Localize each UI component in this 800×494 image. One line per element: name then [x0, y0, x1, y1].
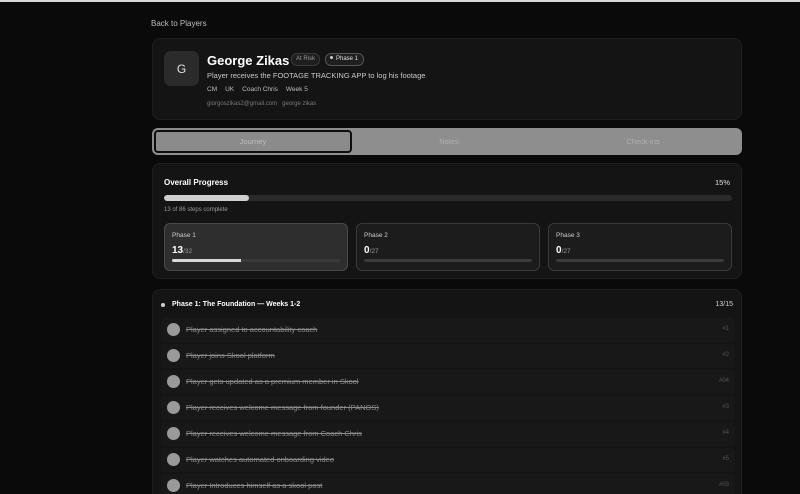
progress-title: Overall Progress — [164, 178, 229, 187]
list-item[interactable]: Player joins Skool platform #2 — [161, 344, 735, 368]
list-item[interactable]: Player receives welcome message from Coa… — [161, 422, 735, 446]
step-label: Player gets updated as a premium member … — [186, 377, 359, 386]
overall-progress-card: Overall Progress 15% 13 of 86 steps comp… — [152, 163, 742, 279]
phase-label: Phase 3 — [556, 232, 580, 239]
overall-progress-bar — [164, 195, 732, 201]
phase-label: Phase 2 — [364, 232, 388, 239]
checkbox-icon[interactable] — [167, 323, 180, 336]
checkbox-icon[interactable] — [167, 427, 180, 440]
step-label: Player joins Skool platform — [186, 351, 275, 360]
phase-count: 13/32 — [172, 245, 193, 256]
phase-count: 0/27 — [556, 245, 571, 256]
progress-percent: 15% — [714, 178, 730, 187]
checkbox-icon[interactable] — [167, 401, 180, 414]
phase-card-3[interactable]: Phase 3 0/27 — [548, 223, 732, 271]
list-item[interactable]: Player receives welcome message from fou… — [161, 396, 735, 420]
player-name: George Zikas — [207, 53, 290, 68]
player-current-step: Player receives the FOOTAGE TRACKING APP… — [207, 71, 426, 80]
tag-country: UK — [225, 86, 235, 93]
back-to-players-link[interactable]: Back to Players — [151, 19, 207, 28]
window-top-border — [0, 0, 800, 2]
player-contact: giorgoszikas2@gmail.com george zikas — [207, 101, 316, 107]
checkbox-icon[interactable] — [167, 375, 180, 388]
tag-coach: Coach Chris — [242, 86, 278, 93]
player-tags: CM UK Coach Chris Week 5 — [207, 86, 308, 93]
list-item[interactable]: Player assigned to accountability coach #… — [161, 318, 735, 342]
tab-journey[interactable]: Journey — [154, 130, 352, 153]
phase-count: 0/27 — [364, 245, 379, 256]
step-label: Player receives welcome message from Coa… — [186, 429, 362, 438]
step-number: #03 — [718, 482, 729, 488]
phase-card-2[interactable]: Phase 2 0/27 — [356, 223, 540, 271]
step-number: #2 — [722, 352, 729, 358]
step-label: Player assigned to accountability coach — [186, 325, 318, 334]
tag-position: CM — [207, 86, 218, 93]
list-item[interactable]: Player Introduces himself as a skool pos… — [161, 474, 735, 494]
phase-cards: Phase 1 13/32 Phase 2 0/27 Phase 3 0/27 — [164, 223, 732, 271]
phase-card-1[interactable]: Phase 1 13/32 — [164, 223, 348, 271]
phase-badge-label: Phase 1 — [336, 56, 359, 62]
overall-progress-fill — [164, 195, 250, 201]
step-number: #3 — [722, 404, 729, 410]
bullet-icon — [161, 302, 165, 307]
player-profile-card: G George Zikas At Risk Phase 1 Player re… — [152, 38, 742, 120]
step-label: Player receives welcome message from fou… — [186, 403, 379, 412]
phase-badge: Phase 1 — [325, 53, 365, 66]
phase-steps-card: Phase 1: The Foundation — Weeks 1-2 13/1… — [152, 289, 742, 494]
step-label: Player watches automated onboarding vide… — [186, 455, 335, 464]
tab-bar: Journey Notes Check-ins — [152, 128, 742, 155]
progress-subtitle: 13 of 86 steps complete — [164, 207, 228, 213]
phase-progress-fill — [172, 259, 241, 262]
step-number: #5 — [722, 456, 729, 462]
phase-progress-bar — [556, 259, 724, 262]
tag-week: Week 5 — [285, 86, 308, 93]
section-count: 13/15 — [715, 301, 733, 308]
phase-label: Phase 1 — [172, 232, 196, 239]
step-label: Player Introduces himself as a skool pos… — [186, 481, 323, 490]
checkbox-icon[interactable] — [167, 349, 180, 362]
player-email: giorgoszikas2@gmail.com — [207, 101, 278, 107]
phase-progress-bar — [172, 259, 340, 262]
step-number: #1 — [722, 326, 729, 332]
step-number: #4 — [722, 430, 729, 436]
list-item[interactable]: Player watches automated onboarding vide… — [161, 448, 735, 472]
phase-dot-icon — [330, 55, 333, 59]
player-username: george zikas — [282, 101, 317, 107]
section-title: Phase 1: The Foundation — Weeks 1-2 — [172, 301, 301, 308]
checkbox-icon[interactable] — [167, 479, 180, 492]
step-list: Player assigned to accountability coach #… — [161, 318, 735, 494]
checkbox-icon[interactable] — [167, 453, 180, 466]
list-item[interactable]: Player gets updated as a premium member … — [161, 370, 735, 394]
step-number: #04 — [718, 378, 729, 384]
avatar: G — [164, 51, 199, 86]
tab-notes[interactable]: Notes — [352, 130, 546, 153]
tab-check-ins[interactable]: Check-ins — [546, 130, 740, 153]
section-header[interactable]: Phase 1: The Foundation — Weeks 1-2 — [161, 301, 300, 308]
status-badge-at-risk: At Risk — [291, 53, 321, 66]
phase-progress-bar — [364, 259, 532, 262]
